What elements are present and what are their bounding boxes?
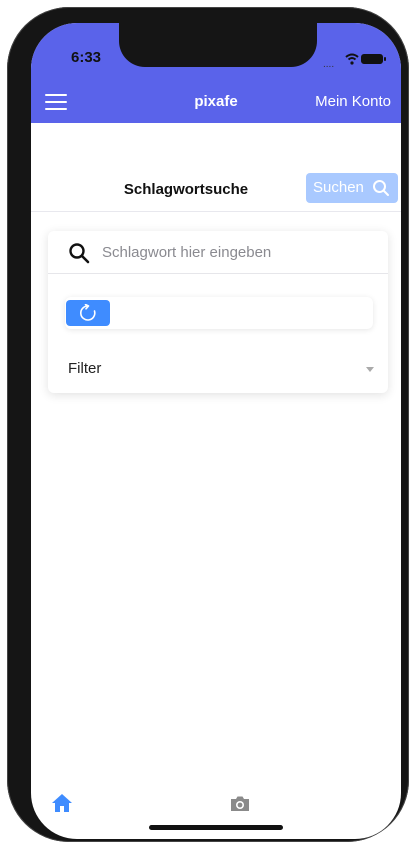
tab-home[interactable]	[51, 793, 73, 818]
filter-dropdown[interactable]: Filter	[48, 353, 388, 383]
chevron-down-icon	[366, 367, 374, 372]
tab-camera[interactable]	[229, 795, 251, 818]
battery-icon	[361, 54, 386, 64]
device-notch	[119, 23, 317, 67]
search-button[interactable]: Suchen	[306, 173, 398, 203]
signal-icon: ....	[323, 59, 335, 70]
keyword-input-row	[48, 231, 388, 274]
status-time: 6:33	[71, 49, 102, 66]
search-icon	[69, 243, 90, 264]
page-title: Schlagwortsuche	[123, 181, 249, 198]
account-button[interactable]: Mein Konto	[315, 93, 391, 110]
refresh-row	[65, 297, 373, 329]
status-icons: ....	[323, 53, 387, 70]
home-icon	[52, 794, 72, 812]
camera-icon	[231, 796, 249, 811]
refresh-button[interactable]	[66, 300, 110, 326]
app-screen: 6:33 .... pixafe Mein Konto Schlagwortsu…	[31, 23, 401, 839]
search-toolbar: Schlagwortsuche Suchen	[31, 171, 401, 212]
refresh-icon	[80, 304, 96, 321]
filter-label: Filter	[68, 360, 102, 377]
device-frame: 6:33 .... pixafe Mein Konto Schlagwortsu…	[7, 7, 409, 842]
search-card: Filter	[48, 231, 388, 393]
wifi-icon	[345, 53, 359, 65]
home-indicator	[149, 825, 283, 830]
bottom-tab-bar	[31, 783, 401, 839]
keyword-input[interactable]	[100, 239, 374, 265]
search-icon	[373, 180, 389, 196]
search-button-label: Suchen	[313, 179, 364, 196]
